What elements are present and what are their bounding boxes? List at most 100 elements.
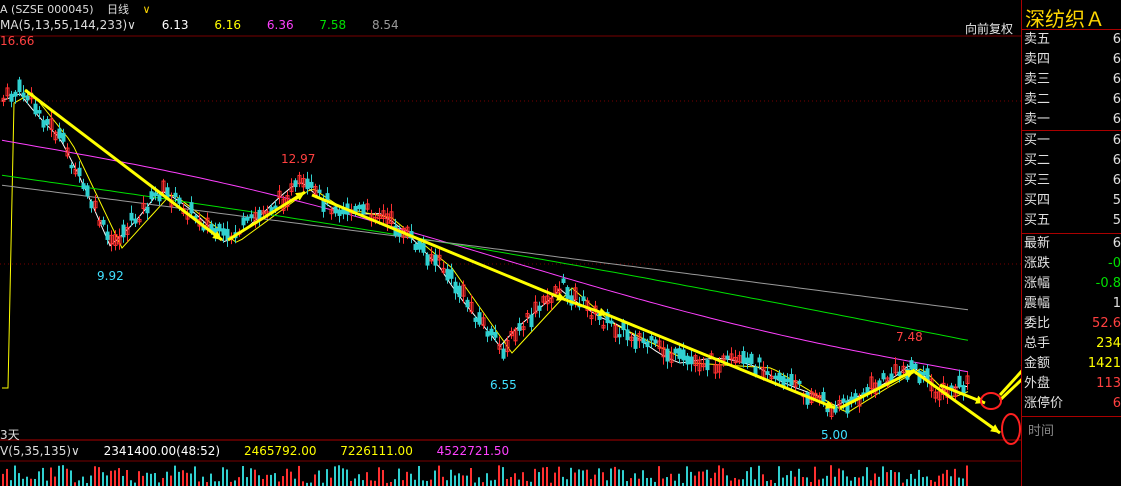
candle-body xyxy=(465,299,470,308)
buy-row[interactable]: 买三 6 xyxy=(1024,171,1121,191)
candle-body xyxy=(121,224,126,238)
volume-bar xyxy=(98,467,100,486)
sell-row[interactable]: 卖五 6 xyxy=(1024,30,1121,50)
volume-bar xyxy=(14,465,16,486)
volume-bar xyxy=(454,475,456,486)
period-selector[interactable]: 日线 xyxy=(107,3,129,16)
candle-body xyxy=(133,218,138,224)
volume-bar xyxy=(698,471,700,486)
volume-bar xyxy=(766,481,768,486)
volume-bar xyxy=(598,468,600,486)
panel-divider xyxy=(1021,416,1121,417)
buy-row[interactable]: 买二 6 xyxy=(1024,151,1121,171)
fuquan-toggle[interactable]: 向前复权 xyxy=(965,20,1013,37)
volume-bar xyxy=(602,472,604,486)
candlestick-chart[interactable] xyxy=(0,0,1021,486)
candle-body xyxy=(165,187,170,198)
chevron-down-icon[interactable]: ∨ xyxy=(143,3,151,16)
row-label: 金额 xyxy=(1024,356,1051,371)
volume-bar xyxy=(662,478,664,486)
volume-bar xyxy=(138,471,140,486)
volume-bar xyxy=(438,465,440,486)
volume-bar xyxy=(166,471,168,486)
candle-body xyxy=(673,348,678,354)
volume-bar xyxy=(394,479,396,486)
volume-bar xyxy=(478,477,480,486)
buy-row[interactable]: 买一 6 xyxy=(1024,131,1121,151)
volume-bar xyxy=(634,473,636,486)
volume-bar xyxy=(406,471,408,486)
volume-bar xyxy=(918,469,920,486)
volume-bar xyxy=(798,468,800,486)
volume-bar xyxy=(658,466,660,486)
candle-body xyxy=(417,240,422,250)
candle-body xyxy=(173,192,178,198)
volume-bar xyxy=(754,479,756,486)
volume-bar xyxy=(846,476,848,486)
volume-bar xyxy=(590,479,592,486)
volume-bar xyxy=(710,478,712,486)
row-value: 6 xyxy=(1112,112,1121,127)
candle-body xyxy=(21,92,26,98)
candle-body xyxy=(221,228,226,236)
candle-body xyxy=(149,191,154,200)
volume-bars xyxy=(2,465,968,486)
volume-bar xyxy=(450,469,452,486)
candle-body xyxy=(413,244,418,250)
volume-bar xyxy=(802,477,804,486)
volume-bar xyxy=(178,471,180,486)
volume-bar xyxy=(350,480,352,486)
candle-body xyxy=(85,185,90,197)
volume-bar xyxy=(218,481,220,486)
volume-bar xyxy=(630,478,632,486)
volume-bar xyxy=(870,480,872,486)
candle-body xyxy=(609,320,614,324)
row-value: 1 xyxy=(1112,296,1121,311)
buy-row[interactable]: 买四 5 xyxy=(1024,191,1121,211)
candle-body xyxy=(913,363,918,369)
volume-bar xyxy=(46,480,48,486)
volume-bar xyxy=(374,480,376,486)
volume-bar xyxy=(146,472,148,486)
row-label: 涨跌 xyxy=(1024,256,1051,271)
volume-bar xyxy=(726,475,728,486)
sell-row[interactable]: 卖四 6 xyxy=(1024,50,1121,70)
candle-body xyxy=(881,373,886,380)
row-label: 买五 xyxy=(1024,213,1051,228)
volume-bar xyxy=(546,466,548,486)
volume-bar xyxy=(226,469,228,486)
red-circle-marks xyxy=(980,392,1021,445)
ticker-bar: A (SZSE 000045) 日线 ∨ xyxy=(0,1,161,17)
volume-bar xyxy=(818,479,820,486)
candle-body xyxy=(757,357,762,363)
row-label: 卖四 xyxy=(1024,52,1051,67)
volume-bar xyxy=(302,481,304,486)
volume-bar xyxy=(78,480,80,486)
candle-body xyxy=(617,334,622,338)
volume-bar xyxy=(142,475,144,486)
volume-bar xyxy=(294,478,296,486)
candle-body xyxy=(625,329,630,341)
buy-row[interactable]: 买五 5 xyxy=(1024,211,1121,231)
volume-bar xyxy=(242,466,244,486)
volume-bar xyxy=(946,469,948,486)
stock-code[interactable]: A (SZSE 000045) xyxy=(0,3,94,16)
volume-bar xyxy=(250,468,252,486)
ma-label[interactable]: MA(5,13,55,144,233)∨ xyxy=(0,18,136,32)
sell-row[interactable]: 卖一 6 xyxy=(1024,110,1121,130)
volume-label[interactable]: V(5,35,135)∨ xyxy=(0,444,80,458)
volume-bar xyxy=(482,482,484,486)
volume-bar xyxy=(670,473,672,486)
volume-bar xyxy=(810,481,812,486)
volume-bar xyxy=(498,465,500,486)
volume-bar xyxy=(902,482,904,486)
row-value: 6 xyxy=(1112,173,1121,188)
volume-bar xyxy=(922,477,924,486)
sell-row[interactable]: 卖二 6 xyxy=(1024,90,1121,110)
volume-bar xyxy=(198,481,200,486)
sell-row[interactable]: 卖三 6 xyxy=(1024,70,1121,90)
candle-body xyxy=(681,349,686,361)
candle-body xyxy=(81,183,86,190)
row-value: 5 xyxy=(1112,193,1121,208)
volume-bar xyxy=(162,477,164,486)
